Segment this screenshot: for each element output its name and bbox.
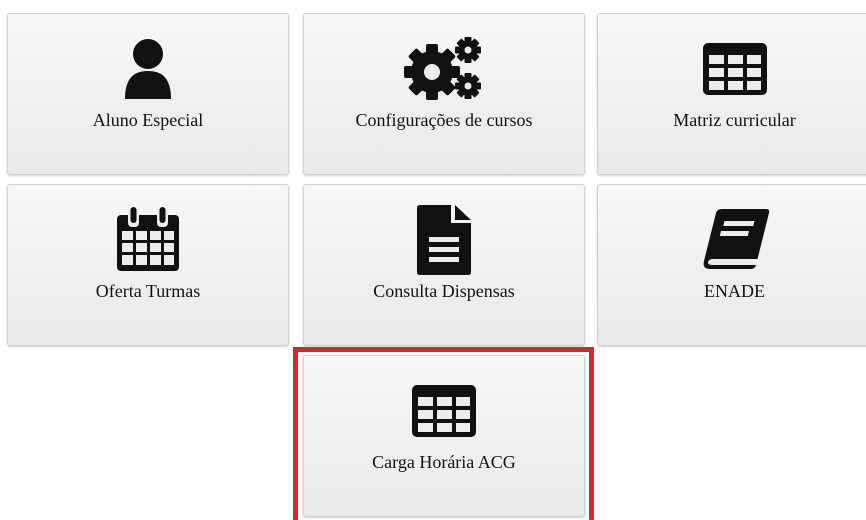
book-icon [598,205,866,275]
tile-label: Consulta Dispensas [373,281,515,301]
tile-enade[interactable]: ENADE [597,184,866,346]
document-icon [304,205,584,275]
user-icon [8,34,288,104]
tile-label: Aluno Especial [92,110,204,130]
tile-label: Oferta Turmas [95,281,201,301]
tile-oferta-turmas[interactable]: Oferta Turmas [7,184,289,346]
menu-grid: Aluno Especial Configurações de cursos M… [0,0,866,520]
calendar-icon [8,205,288,275]
tile-label: Configurações de cursos [355,110,533,130]
tile-carga-horaria-acg[interactable]: Carga Horária ACG [303,355,585,517]
tile-label: Carga Horária ACG [372,452,516,472]
table-icon [598,34,866,104]
tile-matriz-curricular[interactable]: Matriz curricular [597,13,866,175]
tile-label: ENADE [704,281,765,301]
tile-aluno-especial[interactable]: Aluno Especial [7,13,289,175]
tile-configuracoes-cursos[interactable]: Configurações de cursos [303,13,585,175]
table-icon [304,376,584,446]
gears-icon [304,34,584,104]
tile-consulta-dispensas[interactable]: Consulta Dispensas [303,184,585,346]
tile-label: Matriz curricular [673,110,796,130]
